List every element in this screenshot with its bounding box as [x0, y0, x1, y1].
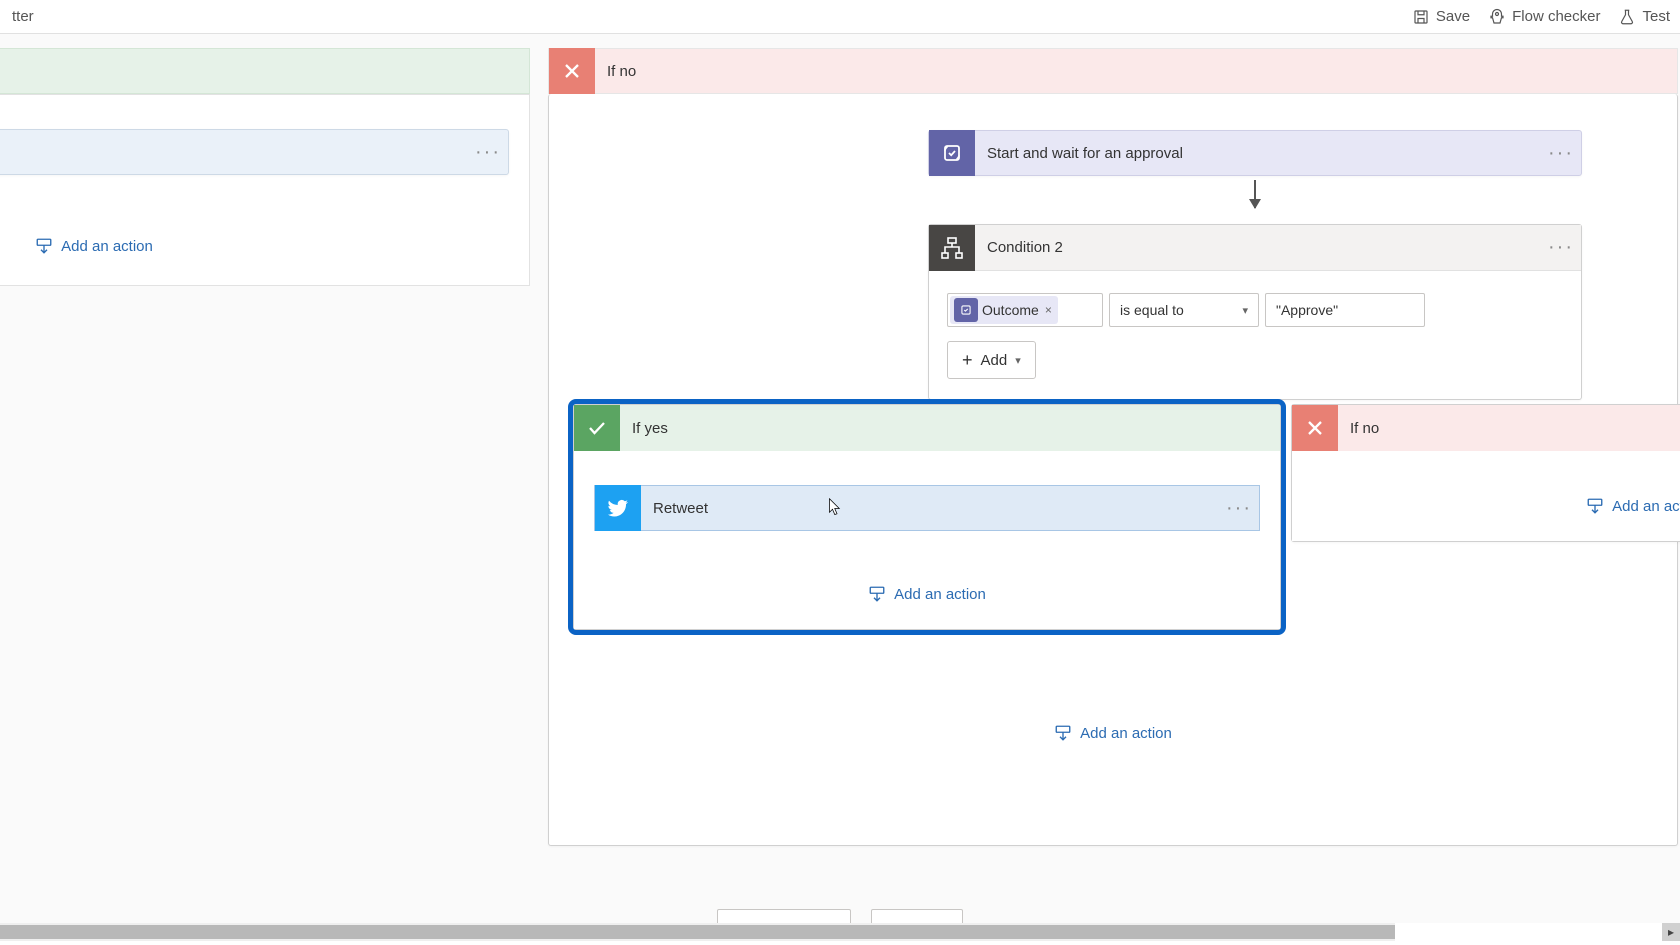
- outcome-token-icon: [954, 298, 978, 322]
- test-icon: [1618, 8, 1636, 26]
- more-menu-button[interactable]: ···: [1541, 236, 1581, 259]
- check-icon: [574, 405, 620, 451]
- save-footer-button[interactable]: Save: [871, 909, 963, 923]
- scrollbar-thumb[interactable]: [0, 925, 1395, 939]
- save-button[interactable]: Save: [1412, 8, 1470, 26]
- approval-action-card[interactable]: Start and wait for an approval ···: [928, 130, 1582, 176]
- add-action-button[interactable]: Add an action: [574, 559, 1280, 629]
- flow-checker-icon: [1488, 8, 1506, 26]
- chevron-down-icon: ▾: [1242, 304, 1248, 317]
- scrollbar-right-button[interactable]: ▸: [1662, 923, 1680, 941]
- add-action-icon: [1586, 497, 1604, 515]
- flow-arrow-icon: [1254, 180, 1256, 208]
- add-action-button[interactable]: Add an action: [549, 698, 1677, 768]
- save-icon: [1412, 8, 1430, 26]
- close-icon: [1292, 405, 1338, 451]
- add-action-icon: [35, 237, 53, 255]
- add-action-button[interactable]: Add an action: [0, 211, 529, 281]
- inner-if-yes-container[interactable]: If yes Retweet ··· Add an action: [573, 404, 1281, 630]
- horizontal-scrollbar[interactable]: [0, 923, 1395, 941]
- twitter-icon: [595, 485, 641, 531]
- flow-checker-button[interactable]: Flow checker: [1488, 8, 1600, 26]
- flow-canvas[interactable]: d ··· Add an action If no Start and wai: [0, 34, 1680, 923]
- remove-token-button[interactable]: ×: [1039, 303, 1052, 317]
- add-action-button[interactable]: Add an action: [1292, 471, 1680, 541]
- outer-if-no-header[interactable]: If no: [548, 48, 1678, 94]
- retweet-action-card[interactable]: Retweet ···: [594, 485, 1260, 531]
- close-icon: [549, 48, 595, 94]
- condition-add-button[interactable]: + Add ▾: [947, 341, 1036, 379]
- inner-if-no-container[interactable]: If no Add an action: [1291, 404, 1680, 542]
- add-action-icon: [868, 585, 886, 603]
- more-menu-button[interactable]: ···: [1219, 497, 1259, 520]
- page-title-fragment: tter: [10, 8, 34, 25]
- condition-left-operand[interactable]: Outcome ×: [947, 293, 1103, 327]
- condition-value-input[interactable]: [1265, 293, 1425, 327]
- condition-operator-select[interactable]: is equal to ▾: [1109, 293, 1259, 327]
- approval-icon: [929, 130, 975, 176]
- chevron-down-icon: ▾: [1015, 354, 1021, 367]
- more-menu-button[interactable]: ···: [1541, 142, 1581, 165]
- outer-if-yes-header[interactable]: [0, 48, 530, 94]
- more-menu-button[interactable]: ···: [468, 141, 508, 164]
- new-step-button[interactable]: + New step: [717, 909, 850, 923]
- condition-card[interactable]: Condition 2 ··· Outcome ×: [928, 224, 1582, 400]
- outer-ifyes-action-card[interactable]: d ···: [0, 129, 509, 175]
- add-action-icon: [1054, 724, 1072, 742]
- test-button[interactable]: Test: [1618, 8, 1670, 26]
- condition-icon: [929, 225, 975, 271]
